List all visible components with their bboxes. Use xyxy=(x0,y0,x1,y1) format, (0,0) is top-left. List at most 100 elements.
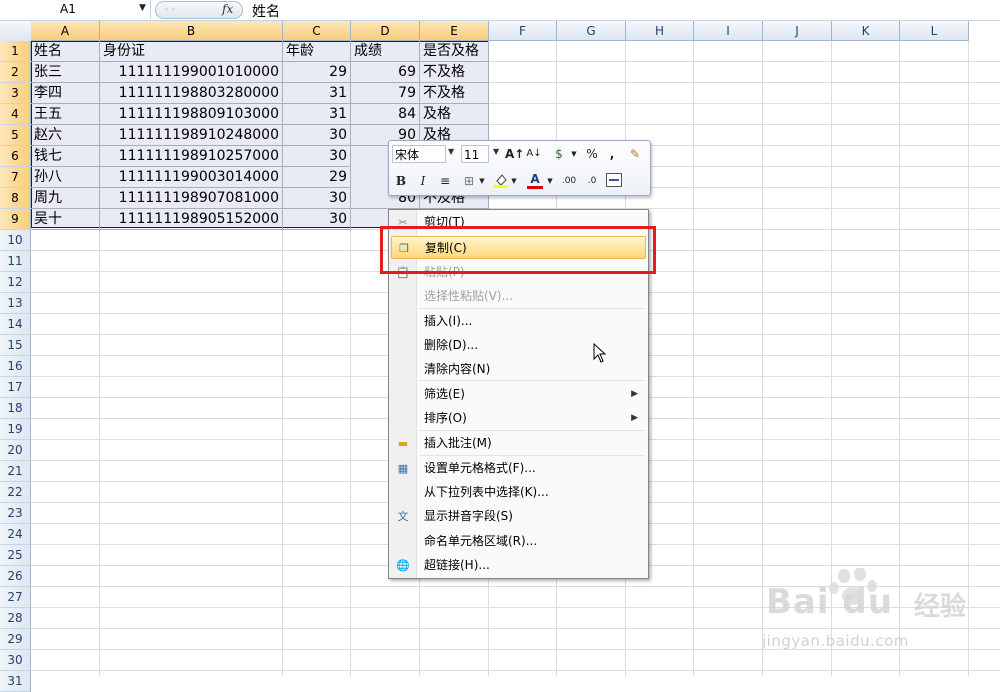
row-header-29[interactable]: 29 xyxy=(0,629,31,650)
header-cell[interactable]: 姓名 xyxy=(31,41,100,62)
row-header-10[interactable]: 10 xyxy=(0,230,31,251)
row-header-30[interactable]: 30 xyxy=(0,650,31,671)
table-cell[interactable]: 111111199003014000 xyxy=(100,167,283,188)
merge-center-icon[interactable] xyxy=(606,173,622,191)
chevron-down-icon[interactable]: ▼ xyxy=(547,172,553,190)
column-header-k[interactable]: K xyxy=(832,21,900,41)
italic-icon[interactable]: I xyxy=(416,172,430,190)
row-header-26[interactable]: 26 xyxy=(0,566,31,587)
row-header-18[interactable]: 18 xyxy=(0,398,31,419)
select-all-corner[interactable] xyxy=(0,21,32,42)
row-header-17[interactable]: 17 xyxy=(0,377,31,398)
table-cell[interactable]: 111111198907081000 xyxy=(100,188,283,209)
table-cell[interactable]: 111111198803280000 xyxy=(100,83,283,104)
column-header-b[interactable]: B xyxy=(100,21,283,41)
decrease-decimal-icon[interactable]: .0 xyxy=(583,172,601,190)
header-cell[interactable]: 是否及格 xyxy=(420,41,489,62)
menu-item-13[interactable]: 命名单元格区域(R)... xyxy=(391,530,646,553)
table-cell[interactable]: 不及格 xyxy=(420,83,489,104)
table-cell[interactable]: 吴十 xyxy=(31,209,100,230)
row-header-12[interactable]: 12 xyxy=(0,272,31,293)
column-header-h[interactable]: H xyxy=(626,21,694,41)
table-cell[interactable]: 84 xyxy=(351,104,420,125)
name-box[interactable]: A1 ▼ xyxy=(0,0,151,19)
chevron-down-icon[interactable]: ▼ xyxy=(479,172,485,190)
row-header-24[interactable]: 24 xyxy=(0,524,31,545)
table-cell[interactable]: 周九 xyxy=(31,188,100,209)
row-header-5[interactable]: 5 xyxy=(0,125,31,146)
row-header-7[interactable]: 7 xyxy=(0,167,31,188)
menu-item-6[interactable]: 清除内容(N) xyxy=(391,358,646,381)
row-header-9[interactable]: 9 xyxy=(0,209,31,230)
table-cell[interactable]: 30 xyxy=(283,125,351,146)
row-header-25[interactable]: 25 xyxy=(0,545,31,566)
header-cell[interactable]: 身份证 xyxy=(100,41,283,62)
table-cell[interactable]: 111111198910248000 xyxy=(100,125,283,146)
row-header-13[interactable]: 13 xyxy=(0,293,31,314)
menu-item-14[interactable]: 🌐 超链接(H)... xyxy=(391,554,646,577)
table-cell[interactable]: 111111198905152000 xyxy=(100,209,283,230)
menu-item-5[interactable]: 删除(D)... xyxy=(391,334,646,357)
table-cell[interactable]: 王五 xyxy=(31,104,100,125)
column-header-f[interactable]: F xyxy=(489,21,557,41)
chevron-down-icon[interactable]: ▼ xyxy=(511,172,517,190)
table-cell[interactable]: 111111198809103000 xyxy=(100,104,283,125)
column-header-g[interactable]: G xyxy=(557,21,626,41)
row-header-3[interactable]: 3 xyxy=(0,83,31,104)
column-header-l[interactable]: L xyxy=(900,21,969,41)
table-cell[interactable]: 钱七 xyxy=(31,146,100,167)
table-cell[interactable]: 及格 xyxy=(420,104,489,125)
row-header-28[interactable]: 28 xyxy=(0,608,31,629)
menu-item-11[interactable]: 从下拉列表中选择(K)... xyxy=(391,481,646,504)
chevron-down-icon[interactable]: ▼ xyxy=(493,147,499,156)
insert-function-button[interactable]: ◦ ◦ fx xyxy=(155,1,243,19)
table-cell[interactable]: 孙八 xyxy=(31,167,100,188)
row-header-23[interactable]: 23 xyxy=(0,503,31,524)
increase-decimal-icon[interactable]: .00 xyxy=(559,172,579,190)
row-header-8[interactable]: 8 xyxy=(0,188,31,209)
table-cell[interactable]: 69 xyxy=(351,62,420,83)
borders-icon[interactable]: ⊞ xyxy=(461,172,477,190)
row-header-27[interactable]: 27 xyxy=(0,587,31,608)
shrink-font-icon[interactable]: A↓ xyxy=(526,145,542,163)
column-header-a[interactable]: A xyxy=(31,21,100,41)
table-cell[interactable]: 赵六 xyxy=(31,125,100,146)
menu-item-8[interactable]: 排序(O) ▶ xyxy=(391,407,646,430)
menu-item-7[interactable]: 筛选(E) ▶ xyxy=(391,383,646,406)
row-header-15[interactable]: 15 xyxy=(0,335,31,356)
table-cell[interactable]: 不及格 xyxy=(420,62,489,83)
font-size-box[interactable]: 11 xyxy=(461,145,489,163)
comma-style-icon[interactable]: , xyxy=(607,145,617,163)
row-header-14[interactable]: 14 xyxy=(0,314,31,335)
row-header-4[interactable]: 4 xyxy=(0,104,31,125)
table-cell[interactable]: 李四 xyxy=(31,83,100,104)
row-header-11[interactable]: 11 xyxy=(0,251,31,272)
column-header-j[interactable]: J xyxy=(763,21,832,41)
percent-icon[interactable]: % xyxy=(585,145,599,163)
fill-color-icon[interactable] xyxy=(493,172,509,190)
align-center-icon[interactable]: ≡ xyxy=(437,172,453,190)
table-cell[interactable]: 30 xyxy=(283,188,351,209)
row-header-1[interactable]: 1 xyxy=(0,41,31,62)
row-header-16[interactable]: 16 xyxy=(0,356,31,377)
table-cell[interactable]: 111111199001010000 xyxy=(100,62,283,83)
header-cell[interactable]: 年龄 xyxy=(283,41,351,62)
chevron-down-icon[interactable]: ▼ xyxy=(448,147,454,156)
row-header-31[interactable]: 31 xyxy=(0,671,31,692)
row-header-22[interactable]: 22 xyxy=(0,482,31,503)
column-header-d[interactable]: D xyxy=(351,21,420,41)
font-color-icon[interactable]: A xyxy=(527,170,543,189)
row-header-19[interactable]: 19 xyxy=(0,419,31,440)
format-painter-icon[interactable]: ✎ xyxy=(627,145,643,163)
currency-icon[interactable]: $ xyxy=(551,145,567,163)
table-cell[interactable]: 30 xyxy=(283,146,351,167)
chevron-down-icon[interactable]: ▼ xyxy=(571,145,577,163)
row-header-6[interactable]: 6 xyxy=(0,146,31,167)
menu-item-12[interactable]: 文 显示拼音字段(S) xyxy=(391,505,646,528)
column-header-c[interactable]: C xyxy=(283,21,351,41)
header-cell[interactable]: 成绩 xyxy=(351,41,420,62)
menu-item-9[interactable]: ▬ 插入批注(M) xyxy=(391,432,646,455)
column-header-e[interactable]: E xyxy=(420,21,489,41)
chevron-down-icon[interactable]: ▼ xyxy=(139,3,146,13)
menu-item-4[interactable]: 插入(I)... xyxy=(391,310,646,333)
